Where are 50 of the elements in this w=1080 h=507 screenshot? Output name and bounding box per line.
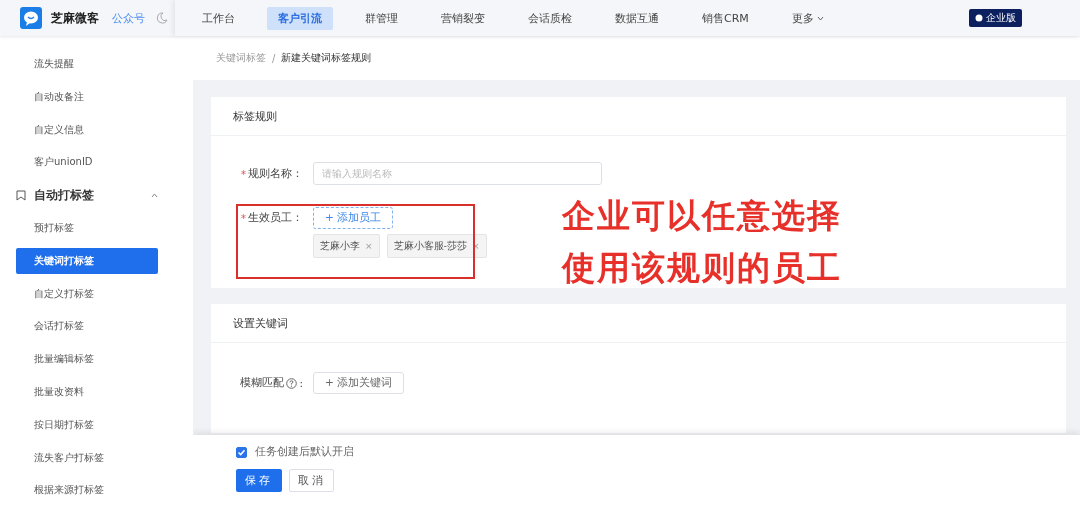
field-label: 规则名称：: [248, 167, 303, 181]
nav-tab[interactable]: 数据互通: [604, 6, 670, 30]
moon-icon[interactable]: [156, 12, 168, 24]
sidebar-item[interactable]: 批量改资料: [16, 378, 158, 405]
chevron-up-icon[interactable]: [151, 192, 158, 198]
logo-icon: [20, 7, 42, 29]
card-title: 标签规则: [211, 97, 1066, 136]
checkbox[interactable]: [236, 446, 247, 458]
sidebar-item[interactable]: 流失提醒: [16, 51, 158, 77]
staff-tag: 芝麻小李 ×: [313, 234, 380, 258]
required-mark: *: [241, 168, 246, 180]
nav-tab[interactable]: 群管理: [354, 6, 409, 30]
sidebar-item[interactable]: 会话打标签: [16, 313, 158, 340]
sidebar-group[interactable]: 自动打标签: [34, 187, 143, 203]
required-mark: *: [241, 212, 246, 224]
chevron-down-icon: [816, 15, 824, 21]
sidebar-item[interactable]: 流失客户打标签: [16, 444, 158, 471]
sidebar-item[interactable]: 根据来源打标签: [16, 477, 158, 504]
nav-tab[interactable]: 会话质检: [517, 6, 583, 30]
brand-name: 芝麻微客: [51, 9, 99, 27]
save-button[interactable]: 保存: [236, 469, 282, 492]
annotation-text: 企业可以任意选择: [562, 197, 842, 235]
bookmark-icon: [16, 189, 26, 201]
sidebar-item[interactable]: 自动改备注: [16, 83, 158, 110]
sidebar-item[interactable]: 关键词打标签: [16, 247, 158, 274]
help-icon[interactable]: [286, 377, 298, 389]
sidebar-item[interactable]: 按日期打标签: [16, 411, 158, 438]
label-colon: :: [299, 377, 303, 389]
annotation-text: 使用该规则的员工: [562, 249, 842, 287]
field-label: 生效员工：: [248, 211, 303, 225]
nav-tab[interactable]: 销售CRM: [691, 6, 760, 30]
edition-badge: 企业版: [969, 9, 1022, 27]
nav-tab[interactable]: 客户引流: [267, 6, 333, 30]
rule-name-field[interactable]: 请输入规则名称: [313, 162, 602, 185]
sidebar-item[interactable]: 客户unionID: [16, 149, 158, 176]
add-staff-button[interactable]: + 添加员工: [313, 207, 394, 229]
card-title: 设置关键词: [211, 304, 1066, 343]
add-keyword-button[interactable]: + 添加关键词: [313, 372, 405, 394]
sidebar-item[interactable]: 自定义打标签: [16, 280, 158, 307]
sidebar-item[interactable]: 预打标签: [16, 215, 158, 241]
nav-tab[interactable]: 工作台: [191, 6, 246, 30]
breadcrumb-separator: /: [272, 52, 276, 64]
breadcrumb-item: 新建关键词标签规则: [281, 51, 372, 65]
sidebar-item[interactable]: 批量编辑标签: [16, 346, 158, 373]
field-label: 模糊匹配: [240, 376, 285, 390]
nav-tab[interactable]: 营销裂变: [430, 6, 496, 30]
cancel-button[interactable]: 取消: [289, 469, 334, 492]
sidebar-item[interactable]: 自定义信息: [16, 116, 158, 143]
checkbox-label: 任务创建后默认开启: [255, 445, 354, 459]
nav-tab[interactable]: 更多: [780, 6, 835, 30]
